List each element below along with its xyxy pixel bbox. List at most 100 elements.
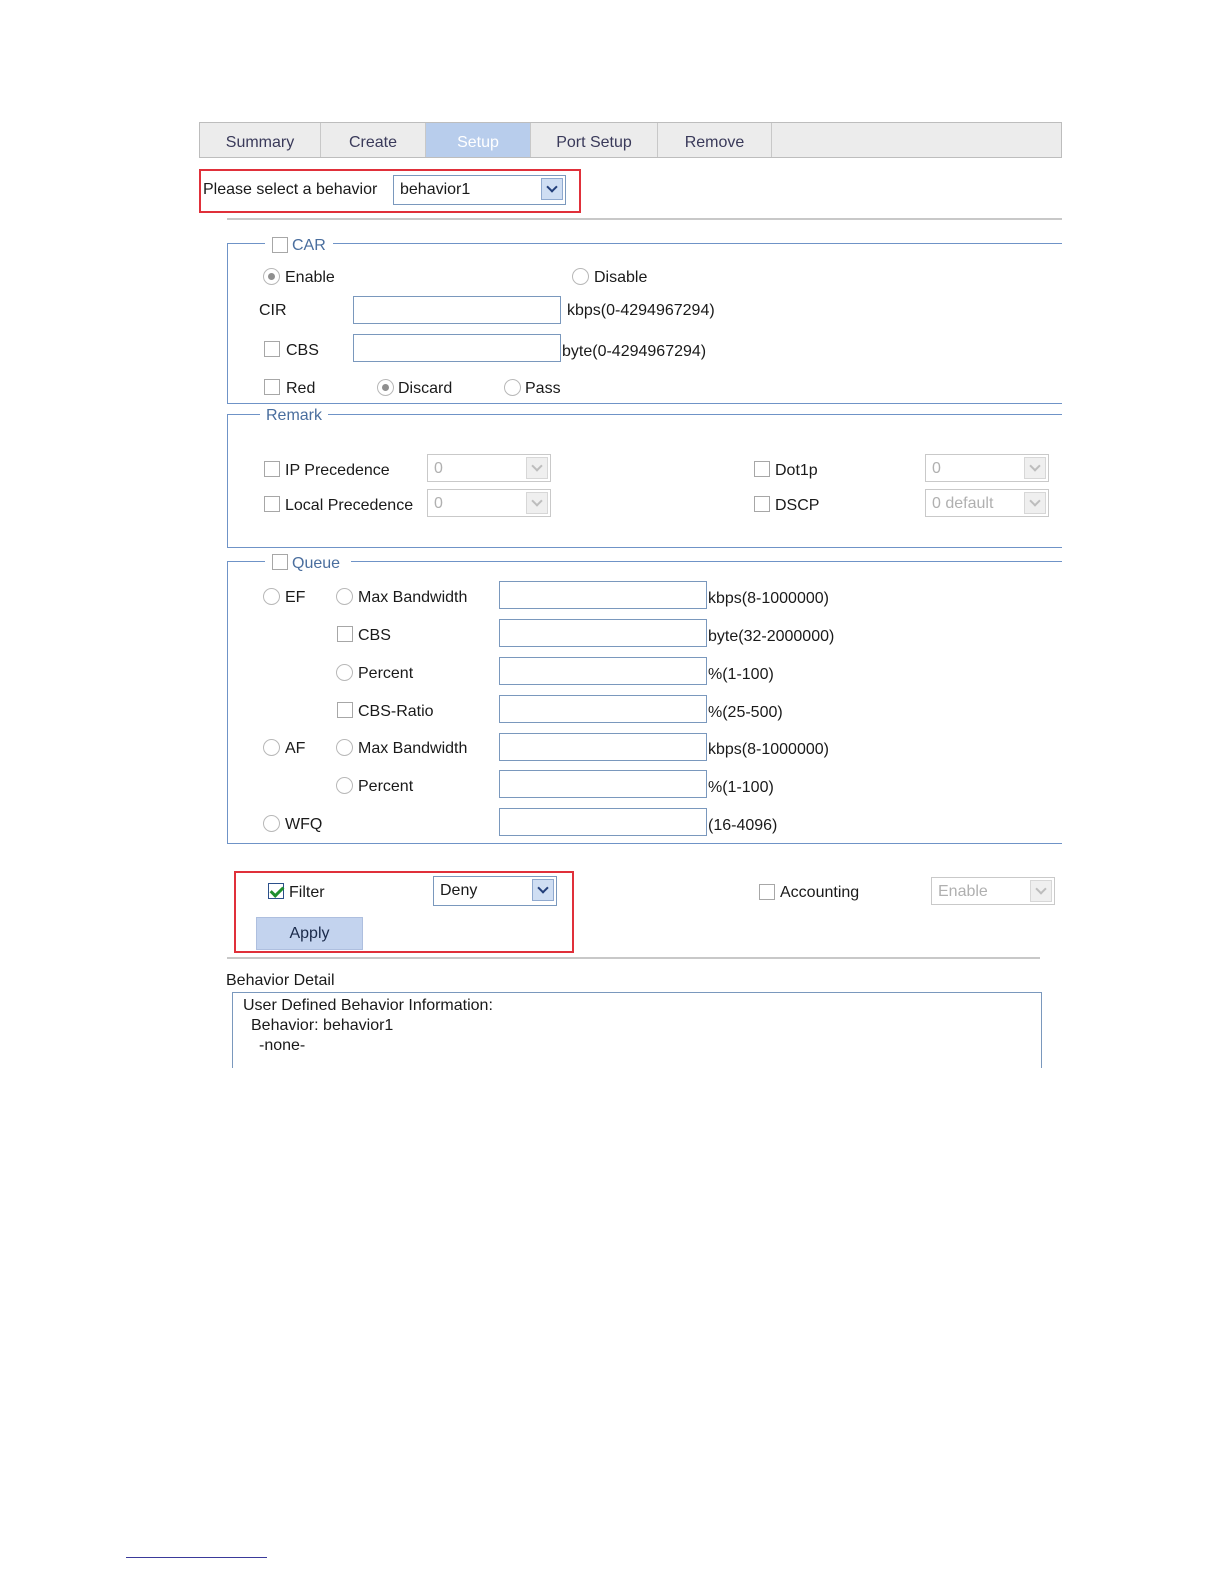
cir-unit: kbps(0-4294967294) [567, 302, 715, 319]
af-max-bandwidth-radio[interactable] [336, 739, 353, 756]
ef-cbs-checkbox[interactable] [337, 626, 353, 642]
car-cbs-checkbox[interactable] [264, 341, 280, 357]
behavior-detail-line: -none- [259, 1037, 306, 1054]
car-disable-label: Disable [594, 269, 648, 286]
af-percent-unit: %(1-100) [708, 779, 774, 796]
filter-select[interactable]: Deny [433, 876, 557, 906]
car-cbs-label: CBS [286, 342, 319, 359]
ef-max-bandwidth-input[interactable] [499, 581, 707, 609]
queue-legend-text: Queue [288, 554, 345, 574]
tab-create[interactable]: Create [321, 123, 426, 157]
accounting-value: Enable [938, 883, 988, 900]
ip-precedence-label: IP Precedence [285, 462, 390, 479]
ef-label: EF [285, 589, 306, 606]
af-percent-label: Percent [358, 778, 414, 795]
dscp-label: DSCP [775, 497, 820, 514]
ef-max-bandwidth-label: Max Bandwidth [358, 589, 468, 606]
red-label: Red [286, 380, 316, 397]
chevron-down-icon[interactable] [541, 178, 563, 200]
local-precedence-value: 0 [434, 495, 443, 512]
tab-bar: Summary Create Setup Port Setup Remove [199, 122, 1062, 158]
behavior-select-value: behavior1 [400, 181, 471, 198]
ip-precedence-select[interactable]: 0 [427, 454, 551, 482]
car-legend-text: CAR [288, 236, 330, 256]
ip-precedence-value: 0 [434, 460, 443, 477]
accounting-label: Accounting [780, 884, 860, 901]
dscp-value: 0 default [932, 495, 994, 512]
car-cbs-unit: byte(0-4294967294) [562, 343, 707, 360]
filter-checkbox[interactable] [268, 883, 284, 899]
pass-label: Pass [525, 380, 561, 397]
tab-summary[interactable]: Summary [200, 123, 321, 157]
af-percent-radio[interactable] [336, 777, 353, 794]
chevron-down-icon[interactable] [1024, 492, 1046, 514]
ef-cbs-unit: byte(32-2000000) [708, 628, 835, 645]
chevron-down-icon[interactable] [1024, 457, 1046, 479]
behavior-select[interactable]: behavior1 [393, 175, 566, 205]
wfq-label: WFQ [285, 816, 323, 833]
red-checkbox[interactable] [264, 379, 280, 395]
ef-cbs-ratio-checkbox[interactable] [337, 702, 353, 718]
discard-label: Discard [398, 380, 453, 397]
ef-max-bandwidth-unit: kbps(8-1000000) [708, 590, 829, 607]
dot1p-value: 0 [932, 460, 941, 477]
divider [227, 957, 1040, 959]
chevron-down-icon[interactable] [526, 492, 548, 514]
accounting-select[interactable]: Enable [931, 877, 1055, 905]
behavior-detail-title: Behavior Detail [226, 972, 335, 989]
filter-label: Filter [289, 884, 325, 901]
af-max-bandwidth-label: Max Bandwidth [358, 740, 468, 757]
ef-cbs-label: CBS [358, 627, 391, 644]
af-label: AF [285, 740, 306, 757]
dot1p-checkbox[interactable] [754, 461, 770, 477]
tab-port-setup[interactable]: Port Setup [531, 123, 658, 157]
chevron-down-icon[interactable] [532, 879, 554, 901]
dscp-select[interactable]: 0 default [925, 489, 1049, 517]
ef-max-bandwidth-radio[interactable] [336, 588, 353, 605]
dscp-checkbox[interactable] [754, 496, 770, 512]
dot1p-label: Dot1p [775, 462, 818, 479]
behavior-select-label: Please select a behavior [203, 181, 378, 198]
ef-cbs-ratio-input[interactable] [499, 695, 707, 723]
ip-precedence-checkbox[interactable] [264, 461, 280, 477]
remark-legend: Remark [260, 406, 329, 426]
ef-percent-input[interactable] [499, 657, 707, 685]
af-radio[interactable] [263, 739, 280, 756]
ef-radio[interactable] [263, 588, 280, 605]
af-percent-input[interactable] [499, 770, 707, 798]
car-checkbox[interactable] [272, 237, 288, 253]
local-precedence-checkbox[interactable] [264, 496, 280, 512]
local-precedence-label: Local Precedence [285, 497, 414, 514]
pass-radio[interactable] [504, 379, 521, 396]
queue-checkbox[interactable] [272, 554, 288, 570]
car-cbs-input[interactable] [353, 334, 561, 362]
divider [227, 218, 1062, 220]
chevron-down-icon[interactable] [1030, 880, 1052, 902]
tab-setup[interactable]: Setup [426, 123, 531, 157]
behavior-detail-line: User Defined Behavior Information: [243, 997, 493, 1014]
af-max-bandwidth-unit: kbps(8-1000000) [708, 741, 829, 758]
ef-cbs-input[interactable] [499, 619, 707, 647]
ef-cbs-ratio-label: CBS-Ratio [358, 703, 434, 720]
car-enable-radio[interactable] [263, 268, 280, 285]
cir-input[interactable] [353, 296, 561, 324]
local-precedence-select[interactable]: 0 [427, 489, 551, 517]
ef-percent-label: Percent [358, 665, 414, 682]
behavior-detail-line: Behavior: behavior1 [251, 1017, 394, 1034]
cir-label: CIR [259, 302, 287, 319]
tab-remove[interactable]: Remove [658, 123, 772, 157]
car-disable-radio[interactable] [572, 268, 589, 285]
accounting-checkbox[interactable] [759, 884, 775, 900]
ef-percent-unit: %(1-100) [708, 666, 774, 683]
apply-button[interactable]: Apply [256, 917, 363, 950]
footer-line [126, 1557, 267, 1558]
chevron-down-icon[interactable] [526, 457, 548, 479]
wfq-radio[interactable] [263, 815, 280, 832]
wfq-input[interactable] [499, 808, 707, 836]
ef-percent-radio[interactable] [336, 664, 353, 681]
discard-radio[interactable] [377, 379, 394, 396]
dot1p-select[interactable]: 0 [925, 454, 1049, 482]
wfq-unit: (16-4096) [708, 817, 778, 834]
af-max-bandwidth-input[interactable] [499, 733, 707, 761]
ef-cbs-ratio-unit: %(25-500) [708, 704, 783, 721]
